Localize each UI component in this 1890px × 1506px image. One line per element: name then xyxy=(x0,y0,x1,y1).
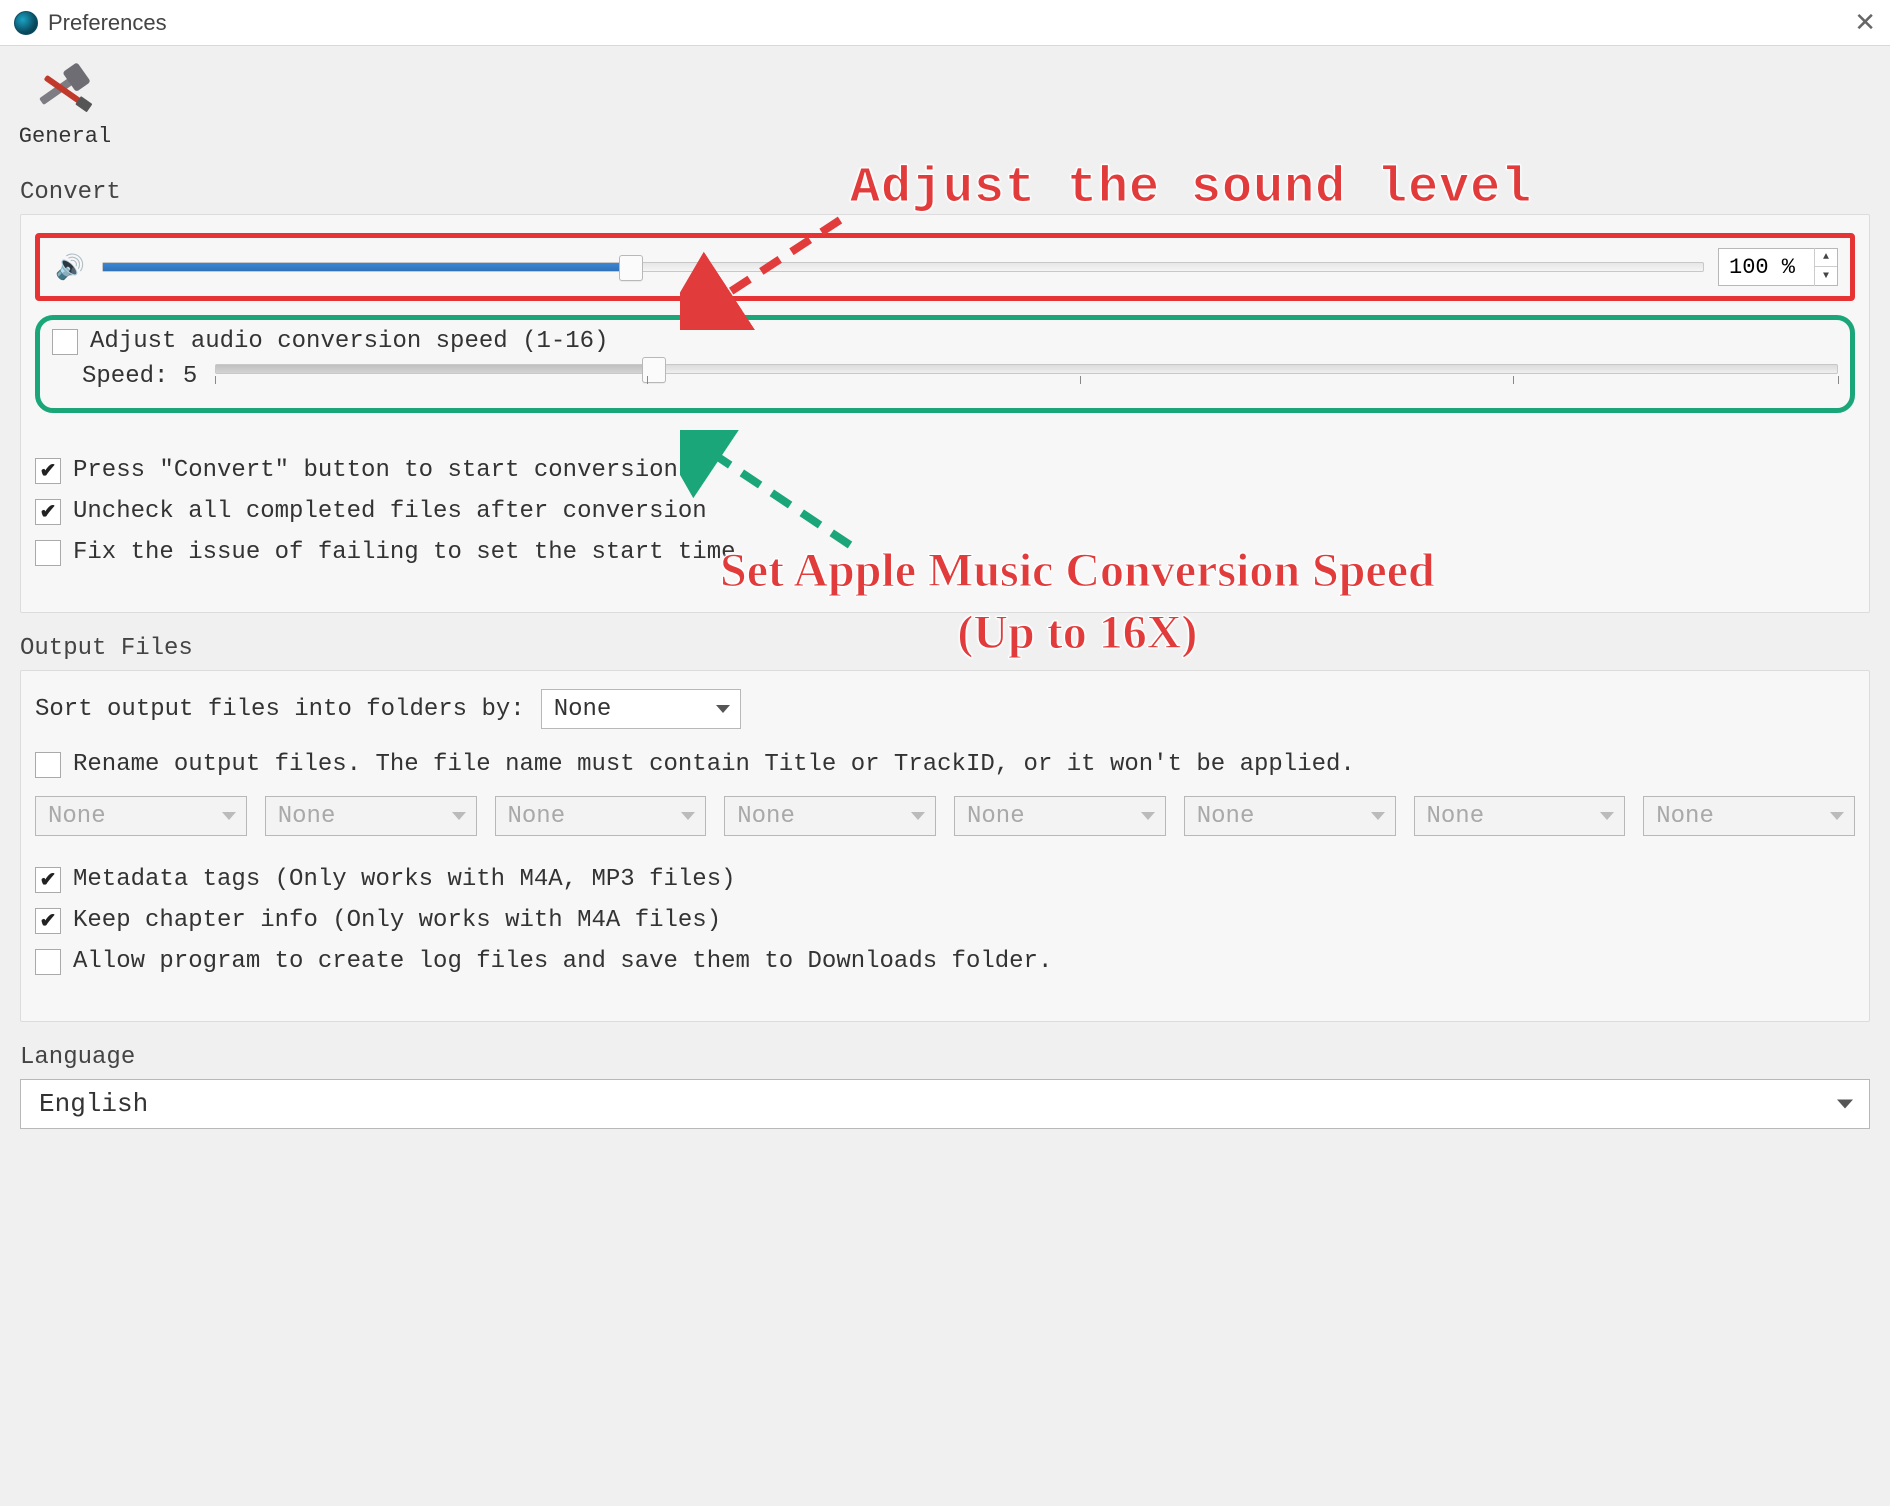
rename-field-8[interactable]: None xyxy=(1643,796,1855,836)
chevron-down-icon xyxy=(222,812,236,820)
rename-field-1[interactable]: None xyxy=(35,796,247,836)
metadata-checkbox[interactable] xyxy=(35,867,61,893)
tab-general[interactable]: General xyxy=(20,64,110,157)
chevron-down-icon xyxy=(1371,812,1385,820)
speed-group: Adjust audio conversion speed (1-16) Spe… xyxy=(35,315,1855,413)
uncheck-completed-checkbox[interactable] xyxy=(35,499,61,525)
sort-select[interactable]: None xyxy=(541,689,741,729)
fix-start-time-label: Fix the issue of failing to set the star… xyxy=(73,539,736,566)
app-icon xyxy=(14,11,38,35)
chevron-down-icon xyxy=(452,812,466,820)
chevron-down-icon xyxy=(1141,812,1155,820)
rename-fields-row: None None None None None None None None xyxy=(35,796,1855,836)
chevron-down-icon xyxy=(681,812,695,820)
section-convert-label: Convert xyxy=(20,179,1870,206)
chevron-down-icon xyxy=(911,812,925,820)
rename-label: Rename output files. The file name must … xyxy=(73,751,1355,778)
press-convert-label: Press "Convert" button to start conversi… xyxy=(73,457,678,484)
log-checkbox[interactable] xyxy=(35,949,61,975)
speed-slider[interactable] xyxy=(215,364,1838,374)
chevron-down-icon xyxy=(716,705,730,713)
convert-panel: 🔊 100 % ▲ ▼ Adjust audio conversion spee… xyxy=(20,214,1870,613)
metadata-label: Metadata tags (Only works with M4A, MP3 … xyxy=(73,866,736,893)
section-output-label: Output Files xyxy=(20,635,1870,662)
volume-value: 100 % xyxy=(1729,255,1795,280)
tab-general-label: General xyxy=(19,124,111,149)
volume-slider[interactable] xyxy=(102,262,1704,272)
rename-checkbox[interactable] xyxy=(35,752,61,778)
sort-select-value: None xyxy=(554,696,612,723)
language-value: English xyxy=(39,1089,148,1119)
log-label: Allow program to create log files and sa… xyxy=(73,948,1052,975)
rename-field-6[interactable]: None xyxy=(1184,796,1396,836)
press-convert-checkbox[interactable] xyxy=(35,458,61,484)
titlebar: Preferences ✕ xyxy=(0,0,1890,46)
volume-slider-thumb[interactable] xyxy=(619,255,643,281)
speed-checkbox[interactable] xyxy=(52,329,78,355)
rename-field-5[interactable]: None xyxy=(954,796,1166,836)
volume-step-up[interactable]: ▲ xyxy=(1815,248,1837,267)
sort-label: Sort output files into folders by: xyxy=(35,696,525,723)
speed-checkbox-label: Adjust audio conversion speed (1-16) xyxy=(90,328,608,355)
chapter-checkbox[interactable] xyxy=(35,908,61,934)
volume-spinbox[interactable]: 100 % ▲ ▼ xyxy=(1718,248,1838,286)
output-panel: Sort output files into folders by: None … xyxy=(20,670,1870,1022)
rename-field-4[interactable]: None xyxy=(724,796,936,836)
chevron-down-icon xyxy=(1830,812,1844,820)
rename-field-7[interactable]: None xyxy=(1414,796,1626,836)
close-icon[interactable]: ✕ xyxy=(1854,7,1876,38)
chevron-down-icon xyxy=(1837,1100,1853,1109)
uncheck-completed-label: Uncheck all completed files after conver… xyxy=(73,498,707,525)
rename-field-3[interactable]: None xyxy=(495,796,707,836)
section-language-label: Language xyxy=(20,1044,1870,1071)
chapter-label: Keep chapter info (Only works with M4A f… xyxy=(73,907,721,934)
window-title: Preferences xyxy=(48,10,167,36)
fix-start-time-checkbox[interactable] xyxy=(35,540,61,566)
speaker-icon: 🔊 xyxy=(52,249,88,285)
tools-icon xyxy=(37,70,93,120)
speed-label: Speed: 5 xyxy=(82,363,197,390)
volume-row: 🔊 100 % ▲ ▼ xyxy=(35,233,1855,301)
speed-ticks xyxy=(215,376,1838,390)
language-select[interactable]: English xyxy=(20,1079,1870,1129)
volume-step-down[interactable]: ▼ xyxy=(1815,267,1837,286)
rename-field-2[interactable]: None xyxy=(265,796,477,836)
chevron-down-icon xyxy=(1600,812,1614,820)
